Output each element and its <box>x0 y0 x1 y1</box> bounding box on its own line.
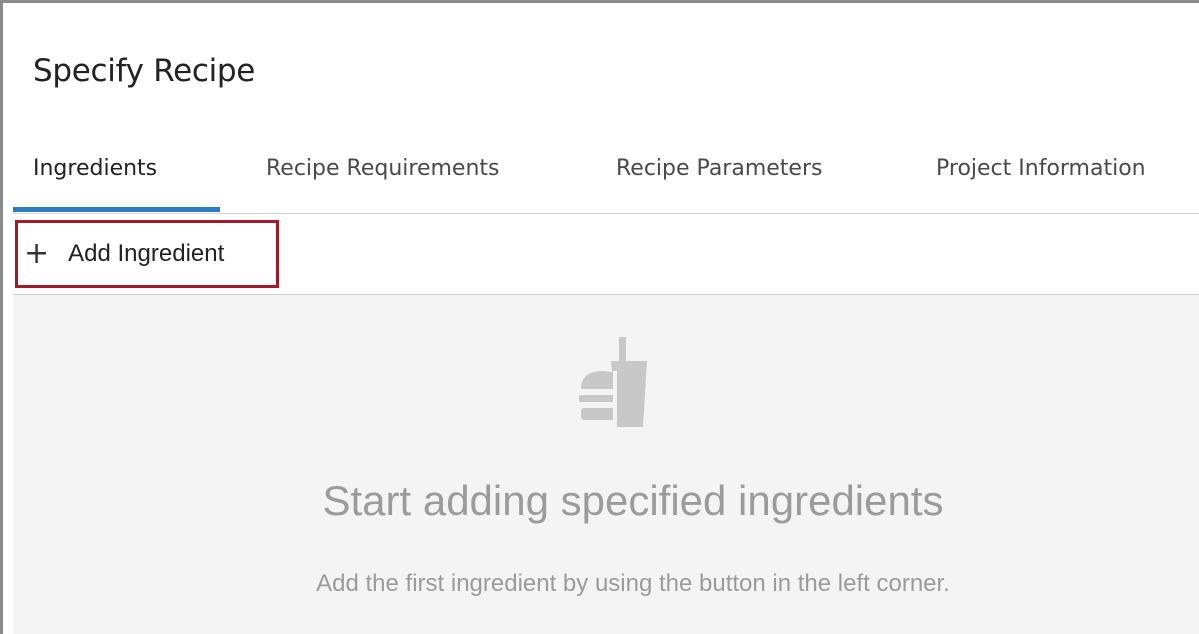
tab-recipe-parameters[interactable]: Recipe Parameters <box>616 156 822 181</box>
empty-state: Start adding specified ingredients Add t… <box>13 295 1199 634</box>
tab-project-information[interactable]: Project Information <box>936 156 1146 181</box>
tab-recipe-requirements[interactable]: Recipe Requirements <box>266 156 499 181</box>
tab-ingredients[interactable]: Ingredients <box>33 156 157 181</box>
add-ingredient-button[interactable]: + Add Ingredient <box>15 220 279 288</box>
empty-state-title: Start adding specified ingredients <box>322 477 944 524</box>
add-ingredient-label: Add Ingredient <box>68 240 225 267</box>
tab-bar: Ingredients Recipe Requirements Recipe P… <box>13 151 1199 214</box>
plus-icon: + <box>24 236 50 271</box>
page-title: Specify Recipe <box>33 53 256 89</box>
active-tab-indicator <box>13 207 220 212</box>
toolbar: + Add Ingredient <box>13 214 1199 295</box>
specify-recipe-panel: Specify Recipe Ingredients Recipe Requir… <box>0 0 1199 634</box>
food-drink-icon <box>579 337 647 427</box>
empty-state-subtitle: Add the first ingredient by using the bu… <box>316 570 950 597</box>
